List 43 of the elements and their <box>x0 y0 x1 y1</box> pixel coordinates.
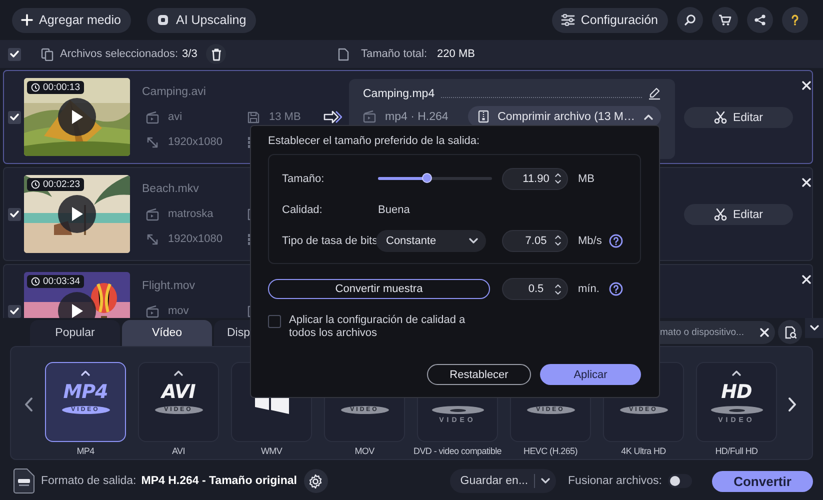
merge-files-label: Fusionar archivos: <box>568 475 662 487</box>
number-value: 11.90 <box>522 172 550 184</box>
format-label: MP4 <box>76 446 94 456</box>
size-unit: MB <box>578 172 596 184</box>
file-name: Camping.avi <box>142 86 207 98</box>
format-label: HD/Full HD <box>715 446 758 456</box>
size-label: Tamaño: <box>282 172 326 184</box>
bitrate-type-label: Tipo de tasa de bits <box>282 234 378 246</box>
format-label: AVI <box>172 446 185 456</box>
file-format: mov <box>168 305 189 317</box>
output-format: MP4 H.264 - Tamaño original <box>141 475 297 487</box>
selected-count: 3/3 <box>182 48 198 60</box>
duration: 00:00:13 <box>43 82 80 93</box>
format-label: DVD - video compatible <box>414 446 502 456</box>
file-format: avi <box>168 111 182 123</box>
number-value: 7.05 <box>524 234 548 246</box>
bitrate-unit: Mb/s <box>578 234 603 246</box>
number-value: 0.5 <box>527 283 545 295</box>
file-size: 13 MB <box>269 111 301 123</box>
duration: 00:03:34 <box>43 276 80 287</box>
resolution: 1920x1080 <box>168 136 222 148</box>
format-logo: MP4 <box>63 381 108 403</box>
output-format: mp4 · H.264 <box>385 110 448 122</box>
format-label: HEVC (H.265) <box>524 446 578 456</box>
duration: 00:02:23 <box>43 179 80 190</box>
output-file-name: Camping.mp4 <box>363 88 435 100</box>
sample-unit: mín. <box>578 283 600 295</box>
format-label: WMV <box>260 446 282 456</box>
output-format-label: Formato de salida: <box>41 475 136 487</box>
format-label: MOV <box>354 446 374 456</box>
quality-value: Buena <box>378 204 410 216</box>
popup-title: Establecer el tamaño preferido de la salida: <box>268 135 481 147</box>
file-name: Flight.mov <box>142 280 196 292</box>
file-format: matroska <box>168 208 214 220</box>
format-logo: HD <box>721 381 752 403</box>
file-name: Beach.mkv <box>142 183 200 195</box>
total-size-label: Tamaño total: <box>361 48 428 60</box>
resolution: 1920x1080 <box>168 233 222 245</box>
total-size: 220 MB <box>437 48 475 60</box>
format-label: 4K Ultra HD <box>621 446 666 456</box>
quality-label: Calidad: <box>282 204 324 216</box>
selected-label: Archivos seleccionados: <box>60 48 178 60</box>
format-logo: AVI <box>162 381 196 403</box>
